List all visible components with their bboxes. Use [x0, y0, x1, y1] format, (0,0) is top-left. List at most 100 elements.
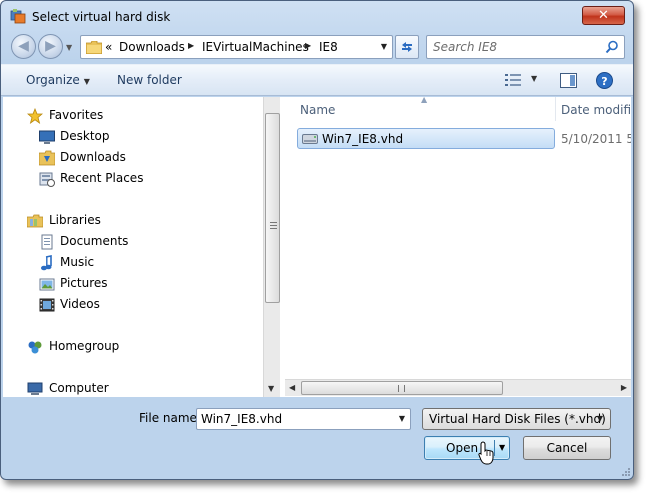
nav-group-label: Homegroup [49, 339, 120, 353]
scrollbar-grip-icon [270, 222, 277, 229]
back-button[interactable]: ◀ [11, 34, 36, 59]
split-divider [494, 440, 495, 456]
cancel-button[interactable]: Cancel [523, 436, 611, 460]
desktop-icon [39, 130, 55, 144]
nav-item-label: Pictures [60, 276, 108, 290]
search-box[interactable] [426, 35, 625, 59]
column-separator[interactable] [555, 97, 556, 121]
music-icon [41, 255, 52, 271]
star-icon [27, 108, 43, 124]
nav-item-desktop[interactable]: Desktop [3, 127, 263, 147]
breadcrumb-downloads[interactable]: Downloads [119, 40, 185, 54]
breadcrumb-overflow[interactable]: « [105, 40, 112, 54]
column-header-date-modified[interactable]: Date modifie [561, 103, 631, 117]
breadcrumb-separator-icon[interactable]: ▶ [188, 41, 194, 50]
search-icon[interactable] [605, 40, 619, 54]
scrollbar-thumb[interactable] [301, 381, 503, 395]
nav-item-music[interactable]: Music [3, 253, 263, 273]
scrollbar-grip-icon [398, 385, 405, 392]
videos-icon [39, 298, 55, 312]
command-bar: Organize ▼ New folder ▼ ? [1, 64, 633, 96]
nav-item-documents[interactable]: Documents [3, 232, 263, 252]
nav-group-homegroup[interactable]: Homegroup [3, 337, 263, 357]
chevron-down-icon: ▼ [596, 414, 603, 423]
open-file-dialog: Select virtual hard disk ✕ ◀ ▶ ▼ « Downl… [0, 0, 634, 480]
downloads-folder-icon [39, 150, 55, 166]
nav-group-label: Libraries [49, 213, 101, 227]
nav-item-videos[interactable]: Videos [3, 295, 263, 315]
nav-item-label: Music [60, 255, 95, 269]
file-row[interactable]: Win7_IE8.vhd [297, 128, 555, 149]
libraries-icon [27, 214, 43, 228]
sort-ascending-icon: ▲ [421, 97, 428, 104]
breadcrumb-separator-icon[interactable]: ▶ [305, 41, 311, 50]
scroll-right-arrow-icon[interactable]: ▶ [621, 383, 627, 392]
open-button[interactable]: Open ▼ [424, 436, 510, 460]
nav-group-label: Favorites [49, 108, 104, 122]
chevron-down-icon: ▼ [83, 77, 90, 86]
file-type-select[interactable]: Virtual Hard Disk Files (*.vhd) ▼ [422, 408, 611, 430]
column-header-name[interactable]: Name [300, 103, 335, 117]
file-name-label: File name: [139, 411, 201, 425]
nav-group-computer[interactable]: Computer [3, 379, 263, 397]
pictures-icon [39, 278, 55, 291]
nav-item-label: Videos [60, 297, 100, 311]
address-bar[interactable]: « Downloads ▶ IEVirtualMachines ▶ IE8 ▼ [80, 35, 393, 59]
breadcrumb-ie8[interactable]: IE8 [319, 40, 338, 54]
nav-group-libraries[interactable]: Libraries [3, 211, 263, 231]
organize-label: Organize [26, 73, 80, 87]
open-options-chevron-icon[interactable]: ▼ [499, 443, 505, 452]
vhd-file-icon [302, 134, 318, 144]
open-button-label: Open [446, 441, 479, 455]
nav-item-recent-places[interactable]: Recent Places [3, 169, 263, 189]
window-title: Select virtual hard disk [32, 10, 171, 24]
file-name: Win7_IE8.vhd [322, 132, 404, 146]
help-icon[interactable]: ? [596, 72, 613, 89]
forward-button[interactable]: ▶ [38, 34, 63, 59]
new-folder-button[interactable]: New folder [117, 73, 182, 87]
navigation-pane[interactable]: Favorites Desktop Downloads Recent Place… [3, 97, 263, 397]
nav-group-favorites[interactable]: Favorites [3, 106, 263, 126]
file-list-horizontal-scrollbar[interactable]: ◀ ▶ [285, 379, 631, 396]
navigation-bar: ◀ ▶ ▼ « Downloads ▶ IEVirtualMachines ▶ … [1, 31, 633, 63]
address-history-chevron-icon[interactable]: ▼ [381, 42, 387, 51]
nav-item-downloads[interactable]: Downloads [3, 148, 263, 168]
file-name-combobox[interactable]: ▼ [196, 408, 411, 430]
nav-item-pictures[interactable]: Pictures [3, 274, 263, 294]
nav-item-label: Desktop [60, 129, 110, 143]
preview-pane-icon[interactable] [560, 73, 577, 88]
scrollbar-thumb[interactable] [265, 113, 280, 303]
chevron-down-icon[interactable]: ▼ [399, 414, 405, 423]
content-area: Favorites Desktop Downloads Recent Place… [3, 97, 631, 397]
navigation-pane-scrollbar[interactable]: ▼ [263, 97, 280, 397]
nav-item-label: Documents [60, 234, 129, 248]
file-name-input[interactable] [201, 411, 386, 427]
file-type-label: Virtual Hard Disk Files (*.vhd) [429, 412, 606, 426]
resize-grip-icon[interactable] [620, 466, 630, 476]
organize-button[interactable]: Organize ▼ [26, 73, 90, 87]
new-folder-label: New folder [117, 73, 182, 87]
svg-text:?: ? [601, 75, 607, 88]
back-arrow-icon: ◀ [18, 38, 29, 54]
close-button[interactable]: ✕ [582, 6, 625, 25]
nav-item-label: Downloads [60, 150, 126, 164]
computer-icon [27, 382, 43, 395]
recent-places-icon [39, 172, 55, 187]
file-list-pane[interactable]: ▲ Name Date modifie Win7_IE8.vhd 5/10/20… [283, 97, 631, 397]
dialog-footer: File name: ▼ Virtual Hard Disk Files (*.… [1, 399, 633, 479]
nav-group-label: Computer [49, 381, 109, 395]
close-icon: ✕ [598, 8, 609, 23]
folder-icon [86, 41, 102, 54]
search-input[interactable] [433, 39, 598, 55]
file-date-modified: 5/10/2011 5:0 [561, 132, 631, 146]
scroll-left-arrow-icon[interactable]: ◀ [289, 383, 295, 392]
scroll-down-arrow-icon[interactable]: ▼ [268, 384, 274, 393]
view-options-chevron-icon[interactable]: ▼ [531, 74, 537, 83]
breadcrumb-ievirtualmachines[interactable]: IEVirtualMachines [202, 40, 309, 54]
recent-locations-dropdown[interactable]: ▼ [66, 43, 75, 52]
mouse-cursor-icon [478, 441, 494, 465]
refresh-button[interactable] [395, 35, 419, 59]
title-bar[interactable]: Select virtual hard disk ✕ [1, 1, 633, 31]
chevron-down-icon: ▼ [66, 43, 73, 52]
change-view-icon[interactable] [505, 73, 521, 87]
